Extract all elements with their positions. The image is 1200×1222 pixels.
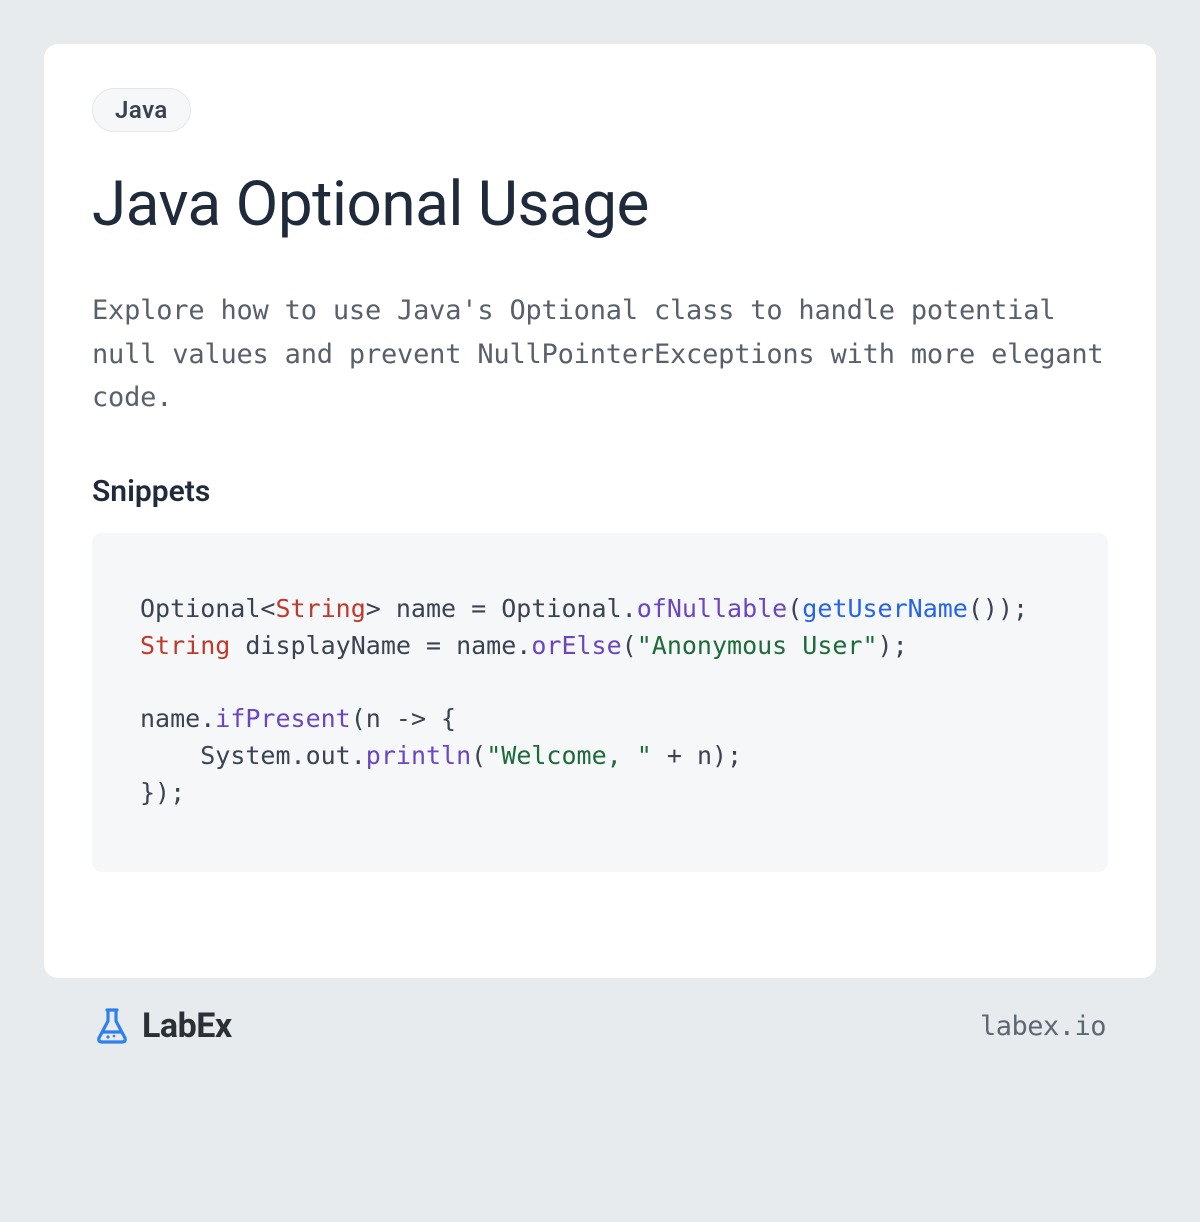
- language-tag: Java: [92, 88, 191, 132]
- content-card: Java Java Optional Usage Explore how to …: [44, 44, 1156, 978]
- snippets-heading: Snippets: [92, 474, 1108, 509]
- code-block: Optional<String> name = Optional.ofNulla…: [92, 533, 1108, 872]
- flask-icon: [92, 1006, 132, 1046]
- brand: LabEx: [92, 1006, 232, 1046]
- footer: LabEx labex.io: [44, 978, 1156, 1046]
- brand-name: LabEx: [142, 1006, 232, 1046]
- site-url: labex.io: [980, 1011, 1106, 1042]
- page-title: Java Optional Usage: [92, 168, 1108, 241]
- description-text: Explore how to use Java's Optional class…: [92, 289, 1108, 420]
- page-root: Java Java Optional Usage Explore how to …: [0, 0, 1200, 1046]
